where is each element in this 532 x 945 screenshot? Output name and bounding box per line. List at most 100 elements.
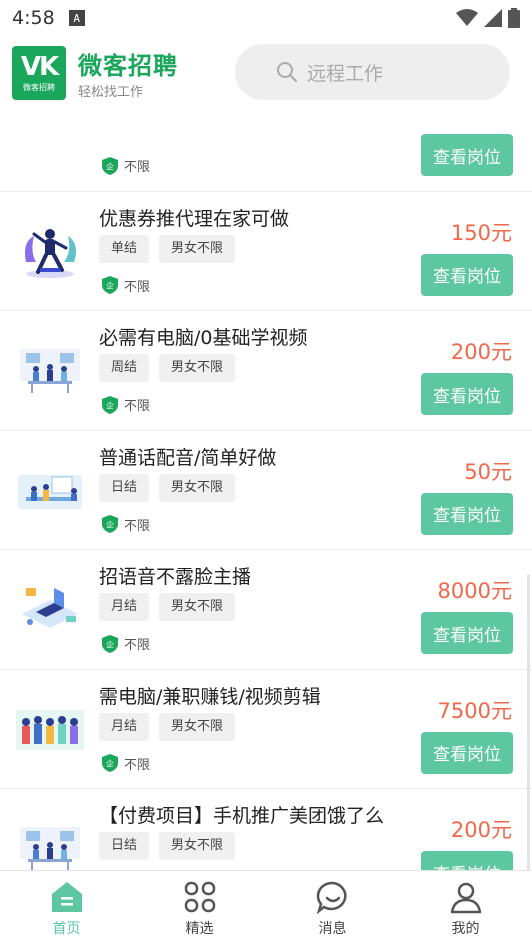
job-title: 招语音不露脸主播 (99, 566, 252, 588)
shield-icon: 企 (102, 395, 118, 414)
svg-text:企: 企 (106, 759, 114, 769)
view-job-button[interactable]: 查看岗位 (421, 134, 513, 176)
tag-settlement: 月结 (99, 712, 150, 741)
verify-text: 不限 (124, 160, 151, 175)
isometric-laptop-illustration (22, 588, 78, 628)
nav-messages[interactable]: 消息 (266, 871, 399, 945)
shield-icon: 企 (102, 634, 118, 653)
shield-icon: 企 (102, 156, 118, 175)
job-item[interactable]: 必需有电脑/0基础学视频 周结 男女不限 企 不限 200元 查看岗位 (0, 311, 532, 431)
job-item-partial[interactable]: 企 不限 查看岗位 (0, 112, 532, 192)
job-item[interactable]: 优惠券推代理在家可做 单结 男女不限 企 不限 150元 查看岗位 (0, 192, 532, 311)
job-item[interactable]: 需电脑/兼职赚钱/视频剪辑 月结 男女不限 企 不限 7500元 查看岗位 (0, 670, 532, 789)
grid-icon (184, 881, 215, 913)
tag-settlement: 月结 (99, 593, 150, 621)
verify-text: 不限 (124, 518, 151, 534)
status-bar: 4:58 A (0, 0, 532, 36)
job-tags: 周结 男女不限 (99, 354, 236, 382)
notification-icon: A (68, 10, 85, 26)
verify-text: 不限 (124, 279, 151, 295)
svg-text:企: 企 (106, 520, 114, 530)
group-people-illustration (16, 709, 84, 750)
view-job-button[interactable]: 查看岗位 (421, 253, 513, 296)
logo-text: 微客招聘 (23, 83, 55, 92)
tag-settlement: 周结 (99, 354, 150, 382)
view-job-button[interactable]: 查看岗位 (421, 612, 513, 654)
app-subtitle: 轻松找工作 (78, 85, 144, 100)
job-salary: 8000元 (437, 579, 512, 603)
nav-profile[interactable]: 我的 (399, 871, 532, 945)
nav-featured[interactable]: 精选 (133, 871, 266, 945)
tag-gender: 男女不限 (159, 354, 236, 382)
wifi-icon (456, 9, 478, 26)
nav-home[interactable]: 首页 (0, 871, 133, 945)
app-title: 微客招聘 (78, 52, 178, 80)
verify-text: 不限 (124, 399, 151, 414)
view-job-button[interactable]: 查看岗位 (421, 492, 513, 535)
job-item[interactable]: 普通话配音/简单好做 日结 男女不限 企 不限 50元 查看岗位 (0, 431, 532, 550)
app-logo: VK 微客招聘 (12, 46, 66, 100)
company-verify: 企 不限 (102, 515, 150, 534)
status-time: 4:58 (12, 7, 55, 29)
meeting-illustration (18, 474, 82, 509)
company-verify: 企 不限 (102, 156, 150, 175)
job-tags: 月结 男女不限 (99, 593, 236, 621)
user-icon (450, 882, 481, 914)
job-tags: 日结 男女不限 (99, 473, 236, 502)
tag-settlement: 单结 (99, 234, 150, 263)
company-verify: 企 不限 (102, 634, 150, 653)
home-icon (51, 882, 82, 912)
job-title: 优惠券推代理在家可做 (99, 207, 290, 230)
verify-text: 不限 (124, 757, 151, 773)
job-item[interactable]: 招语音不露脸主播 月结 男女不限 企 不限 8000元 查看岗位 (0, 550, 532, 670)
svg-text:企: 企 (106, 161, 114, 171)
job-salary: 200元 (450, 818, 512, 842)
company-verify: 企 不限 (102, 395, 150, 414)
tag-gender: 男女不限 (159, 712, 236, 741)
battery-icon (508, 8, 520, 28)
verify-text: 不限 (124, 638, 151, 653)
job-tags: 月结 男女不限 (99, 712, 236, 741)
job-title: 需电脑/兼职赚钱/视频剪辑 (99, 685, 321, 708)
shield-icon: 企 (102, 515, 118, 533)
bottom-nav: 首页 精选 消息 我的 (0, 870, 532, 945)
nav-label: 我的 (451, 921, 480, 937)
tag-settlement: 日结 (99, 832, 150, 860)
view-job-button[interactable]: 查看岗位 (421, 731, 513, 774)
tag-gender: 男女不限 (159, 473, 236, 502)
company-verify: 企 不限 (102, 754, 150, 773)
svg-text:企: 企 (106, 400, 114, 410)
office-team-illustration (20, 827, 80, 870)
view-job-button[interactable]: 查看岗位 (421, 373, 513, 415)
job-item[interactable]: 【付费项目】手机推广美团饿了么 日结 男女不限 企 不限 200元 查看岗位 (0, 789, 532, 870)
job-list[interactable]: 企 不限 查看岗位 优惠券推代理在家可做 单结 男女不限 企 不限 150元 查… (0, 112, 532, 870)
tag-gender: 男女不限 (159, 832, 236, 860)
tag-gender: 男女不限 (159, 593, 236, 621)
job-title: 【付费项目】手机推广美团饿了么 (99, 805, 385, 827)
job-salary: 200元 (450, 340, 512, 364)
job-salary: 150元 (450, 220, 512, 245)
nav-label: 消息 (318, 921, 347, 937)
shield-icon: 企 (102, 754, 118, 772)
dancing-person-illustration (25, 228, 76, 278)
svg-text:企: 企 (106, 281, 114, 291)
job-tags: 单结 男女不限 (99, 234, 236, 263)
job-salary: 7500元 (437, 698, 512, 723)
tag-gender: 男女不限 (159, 234, 236, 263)
office-team-illustration (20, 349, 80, 393)
app-header: VK 微客招聘 微客招聘 轻松找工作 远程工作 (0, 36, 532, 112)
nav-label: 精选 (185, 921, 214, 937)
job-title: 普通话配音/简单好做 (99, 446, 277, 469)
nav-label: 首页 (52, 921, 81, 937)
shield-icon: 企 (102, 276, 118, 294)
search-icon (277, 62, 297, 82)
search-bar[interactable]: 远程工作 (235, 44, 510, 100)
svg-text:企: 企 (106, 639, 114, 649)
scrollbar[interactable] (527, 574, 530, 870)
view-job-button[interactable]: 查看岗位 (421, 851, 513, 870)
company-verify: 企 不限 (102, 276, 150, 295)
vk-logo-icon: VK (20, 52, 59, 82)
job-tags: 日结 男女不限 (99, 832, 236, 860)
job-title: 必需有电脑/0基础学视频 (99, 327, 308, 349)
tag-settlement: 日结 (99, 473, 150, 502)
